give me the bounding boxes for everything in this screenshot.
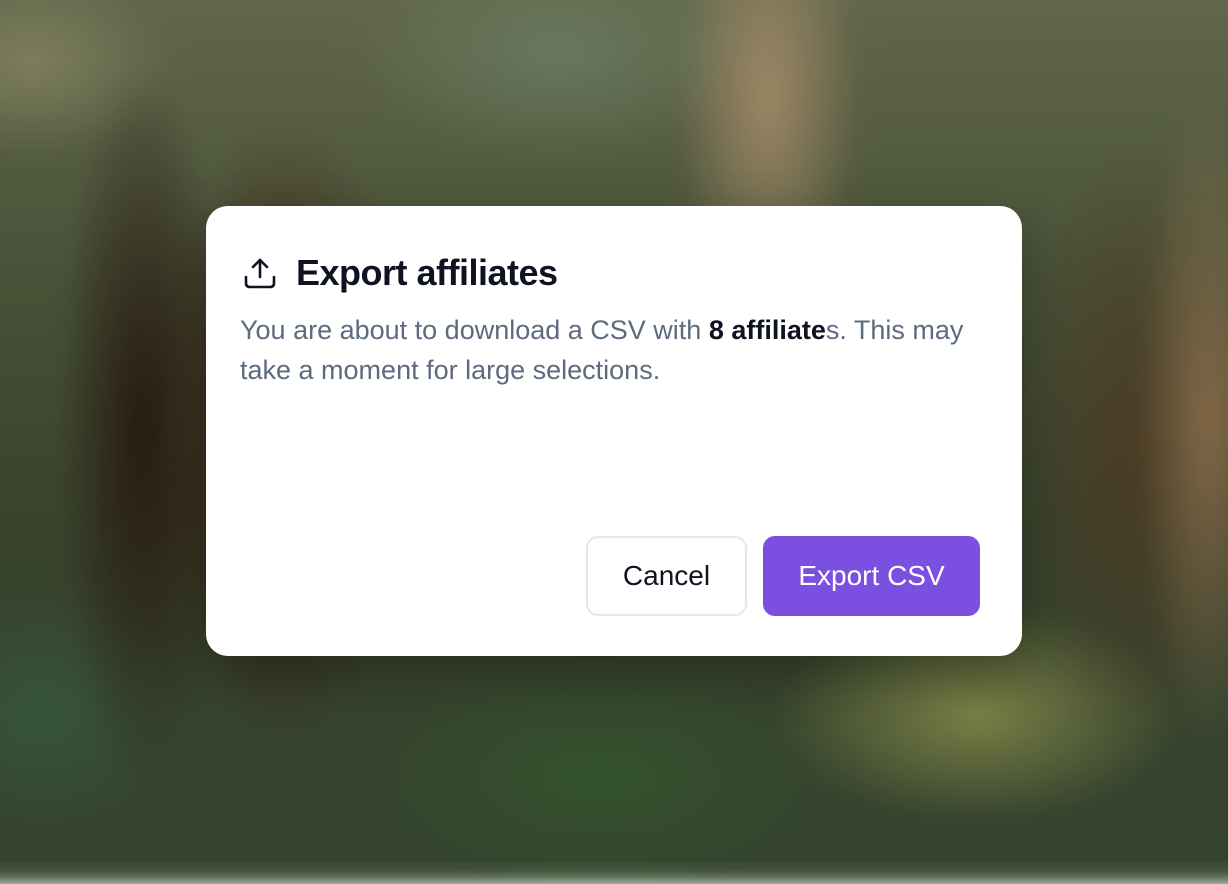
- affiliate-count: 8 affiliate: [708, 315, 826, 345]
- message-prefix: You are about to download a CSV with: [240, 315, 709, 345]
- dialog-header: Export affiliates: [242, 252, 558, 294]
- cancel-button[interactable]: Cancel: [586, 536, 747, 616]
- export-dialog: Export affiliates You are about to downl…: [206, 206, 1022, 656]
- dialog-title: Export affiliates: [296, 252, 558, 293]
- dialog-message: You are about to download a CSV with 8 a…: [240, 310, 1000, 390]
- export-csv-button[interactable]: Export CSV: [763, 536, 980, 616]
- upload-icon: [242, 255, 278, 291]
- dialog-actions: Cancel Export CSV: [586, 536, 980, 616]
